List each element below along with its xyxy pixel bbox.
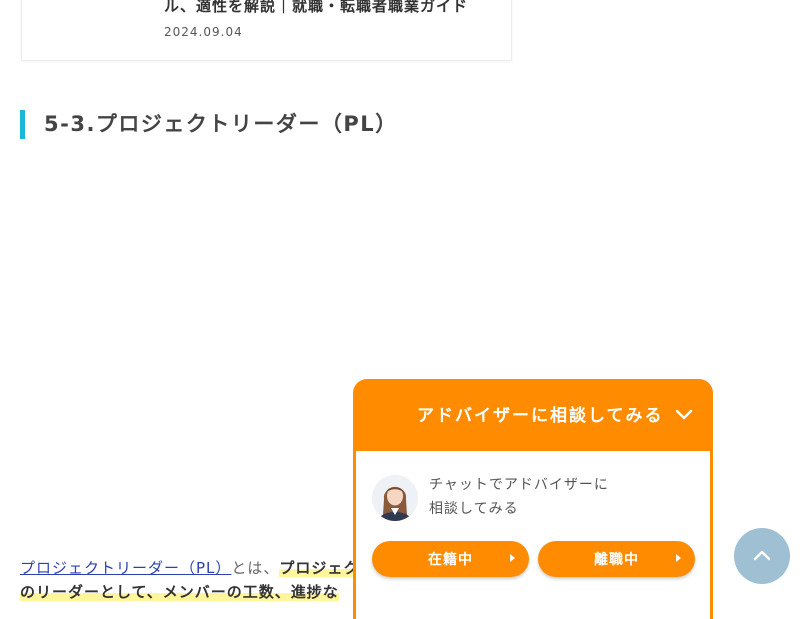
chat-header[interactable]: アドバイザーに相談してみる <box>353 379 713 449</box>
related-article-card[interactable]: ル、適性を解説｜就職・転職者職業ガイド 2024.09.04 <box>21 0 512 61</box>
project-leader-link[interactable]: プロジェクトリーダー（PL） <box>20 559 231 577</box>
chat-body: チャットでアドバイザーに 相談してみる 在籍中 離職中 <box>356 451 710 619</box>
chat-title: アドバイザーに相談してみる <box>417 406 664 426</box>
back-to-top-button[interactable] <box>734 528 790 584</box>
chat-message-line-1: チャットでアドバイザーに <box>429 477 609 493</box>
chevron-down-icon[interactable] <box>673 403 695 425</box>
chat-message-line-2: 相談してみる <box>429 501 519 517</box>
not-employed-button[interactable]: 離職中 <box>538 541 695 577</box>
currently-employed-button[interactable]: 在籍中 <box>372 541 529 577</box>
related-article-date: 2024.09.04 <box>164 25 243 39</box>
related-article-title[interactable]: ル、適性を解説｜就職・転職者職業ガイド <box>164 0 504 16</box>
paragraph-highlight-2: のリーダーとして、メンバーの工数、進捗な <box>20 583 339 601</box>
advisor-avatar <box>372 475 418 521</box>
not-employed-label: 離職中 <box>594 552 639 568</box>
caret-right-icon <box>676 554 681 562</box>
chat-message: チャットでアドバイザーに 相談してみる <box>429 473 609 521</box>
currently-employed-label: 在籍中 <box>428 552 473 568</box>
section-heading: 5-3.プロジェクトリーダー（PL） <box>20 110 398 139</box>
chevron-up-icon <box>753 550 771 561</box>
chat-widget: アドバイザーに相談してみる チャットでアドバイザーに 相談してみる 在籍中 離職… <box>353 379 713 619</box>
paragraph-highlight-1: プロジェク <box>279 559 360 577</box>
caret-right-icon <box>510 554 515 562</box>
paragraph-connector: とは、 <box>231 559 280 577</box>
body-paragraph: プロジェクトリーダー（PL）とは、プロジェク のリーダーとして、メンバーの工数、… <box>20 556 360 604</box>
